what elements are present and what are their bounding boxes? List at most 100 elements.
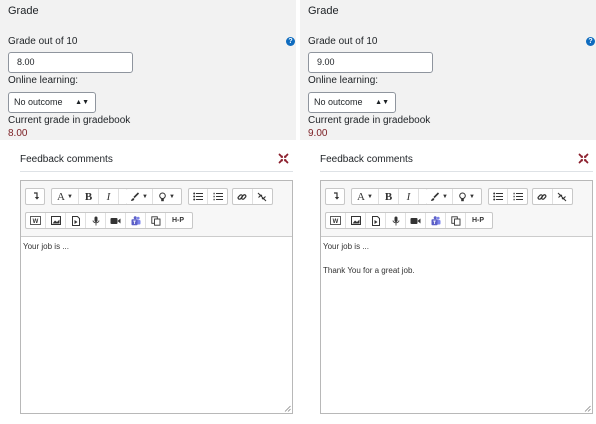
toolbar-group-color: ▼ ▼ <box>126 188 182 205</box>
outcome-label: Online learning: <box>308 75 379 86</box>
bullet-list-icon[interactable] <box>489 189 508 204</box>
grade-out-of-label: Grade out of 10 <box>308 36 378 47</box>
toolbar-group-color: ▼ ▼ <box>426 188 482 205</box>
editor-toolbar: A ▼ B I ▼ ▼ W H-P <box>21 181 292 237</box>
toolbar-group-style: A ▼ B I <box>51 188 130 205</box>
divider <box>20 171 293 172</box>
image-icon[interactable] <box>46 213 66 228</box>
editor-toolbar: A ▼ B I ▼ ▼ W H-P <box>321 181 592 237</box>
feedback-comments-section: Feedback comments A ▼ B I ▼ ▼ W H-P Your… <box>10 141 296 424</box>
feedback-editor: A ▼ B I ▼ ▼ <box>20 180 293 414</box>
outcome-select[interactable]: No outcome ▲▼ <box>8 92 96 113</box>
resize-handle-icon[interactable] <box>284 405 291 412</box>
record-video-icon[interactable] <box>406 213 426 228</box>
outcome-label: Online learning: <box>8 75 79 86</box>
toolbar-group-links <box>232 188 273 205</box>
help-icon[interactable]: ? <box>286 37 295 46</box>
wiris-icon[interactable]: W <box>326 213 346 228</box>
record-audio-icon[interactable] <box>86 213 106 228</box>
chevron-down-icon: ▲▼ <box>75 99 89 106</box>
numbered-list-icon[interactable] <box>508 189 527 204</box>
grade-heading: Grade <box>8 5 39 17</box>
copy-icon[interactable] <box>446 213 466 228</box>
toolbar-group-links <box>532 188 573 205</box>
italic-icon[interactable]: I <box>399 189 419 204</box>
wiris-icon[interactable]: W <box>26 213 46 228</box>
unlink-icon[interactable] <box>553 189 572 204</box>
toolbar-group-collapse <box>325 188 345 205</box>
collapse-toolbar-icon[interactable] <box>26 189 44 204</box>
feedback-editor: A ▼ B I ▼ ▼ <box>320 180 593 414</box>
bold-label: B <box>384 190 393 203</box>
toolbar-group-lists <box>488 188 528 205</box>
gradebook-value: 9.00 <box>308 128 328 139</box>
feedback-comments-section: Feedback comments A ▼ B I ▼ ▼ W H-P Your… <box>310 141 596 424</box>
chevron-down-icon: ▲▼ <box>375 99 389 106</box>
toolbar-group-style: A ▼ B I <box>351 188 430 205</box>
toolbar-group-insert: W H-P <box>325 212 493 229</box>
outcome-selected-value: No outcome <box>314 97 363 107</box>
font-style-label: A <box>57 190 65 203</box>
h5p-icon[interactable]: H-P <box>466 213 490 228</box>
font-style-label: A <box>357 190 365 203</box>
record-video-icon[interactable] <box>106 213 126 228</box>
numbered-list-icon[interactable] <box>208 189 227 204</box>
grade-input[interactable]: 8.00 <box>8 52 133 73</box>
collapse-icon[interactable] <box>278 153 289 164</box>
toolbar-group-lists <box>188 188 228 205</box>
content-paragraph: Thank You for a great job. <box>323 266 415 275</box>
bullet-list-icon[interactable] <box>189 189 208 204</box>
font-style-icon[interactable]: A ▼ <box>52 189 79 204</box>
svg-text:W: W <box>333 219 339 225</box>
teams-icon[interactable] <box>426 213 446 228</box>
copy-icon[interactable] <box>146 213 166 228</box>
italic-icon[interactable]: I <box>99 189 119 204</box>
h5p-icon[interactable]: H-P <box>166 213 190 228</box>
h5p-label: H-P <box>471 217 485 224</box>
media-icon[interactable] <box>366 213 386 228</box>
image-icon[interactable] <box>346 213 366 228</box>
gradebook-label: Current grade in gradebook <box>8 115 131 126</box>
link-icon[interactable] <box>233 189 253 204</box>
bold-icon[interactable]: B <box>79 189 99 204</box>
unlink-icon[interactable] <box>253 189 272 204</box>
highlight-icon[interactable]: ▼ <box>153 189 180 204</box>
italic-label: I <box>106 190 111 203</box>
content-paragraph: Your job is ... <box>23 242 69 251</box>
grading-panel-left: Grade Grade out of 10 ? 8.00 Online lear… <box>0 0 296 424</box>
text-color-icon[interactable]: ▼ <box>426 189 453 204</box>
grade-section: Grade Grade out of 10 ? 8.00 Online lear… <box>0 0 296 140</box>
divider <box>320 171 593 172</box>
toolbar-group-collapse <box>25 188 45 205</box>
record-audio-icon[interactable] <box>386 213 406 228</box>
gradebook-value: 8.00 <box>8 128 28 139</box>
link-icon[interactable] <box>533 189 553 204</box>
grading-panel-right: Grade Grade out of 10 ? 9.00 Online lear… <box>300 0 596 424</box>
editor-content[interactable]: Your job is ... Thank You for a great jo… <box>321 238 592 413</box>
bold-icon[interactable]: B <box>379 189 399 204</box>
help-icon[interactable]: ? <box>586 37 595 46</box>
italic-label: I <box>406 190 411 203</box>
toolbar-group-insert: W H-P <box>25 212 193 229</box>
outcome-select[interactable]: No outcome ▲▼ <box>308 92 396 113</box>
h5p-label: H-P <box>171 217 185 224</box>
editor-content[interactable]: Your job is ... <box>21 238 292 413</box>
text-color-icon[interactable]: ▼ <box>126 189 153 204</box>
feedback-comments-label: Feedback comments <box>320 154 413 165</box>
font-style-icon[interactable]: A ▼ <box>352 189 379 204</box>
grade-input[interactable]: 9.00 <box>308 52 433 73</box>
outcome-selected-value: No outcome <box>14 97 63 107</box>
feedback-comments-label: Feedback comments <box>20 154 113 165</box>
grade-heading: Grade <box>308 5 339 17</box>
collapse-icon[interactable] <box>578 153 589 164</box>
resize-handle-icon[interactable] <box>584 405 591 412</box>
collapse-toolbar-icon[interactable] <box>326 189 344 204</box>
bold-label: B <box>84 190 93 203</box>
grade-out-of-label: Grade out of 10 <box>8 36 78 47</box>
teams-icon[interactable] <box>126 213 146 228</box>
highlight-icon[interactable]: ▼ <box>453 189 480 204</box>
media-icon[interactable] <box>66 213 86 228</box>
svg-text:W: W <box>33 219 39 225</box>
gradebook-label: Current grade in gradebook <box>308 115 431 126</box>
content-paragraph: Your job is ... <box>323 242 369 251</box>
